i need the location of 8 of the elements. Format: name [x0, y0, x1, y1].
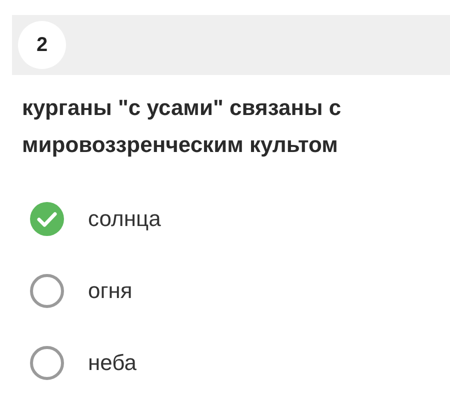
question-text: курганы "с усами" связаны с мировоззренческим культом: [22, 94, 342, 159]
check-icon[interactable]: [30, 202, 64, 236]
radio-button[interactable]: [30, 346, 64, 380]
answer-option: огня: [88, 278, 132, 304]
answer-option: неба: [88, 350, 136, 376]
question-number: 2: [18, 21, 66, 69]
radio-button[interactable]: [30, 274, 64, 308]
answer-option: солнца: [88, 206, 161, 232]
